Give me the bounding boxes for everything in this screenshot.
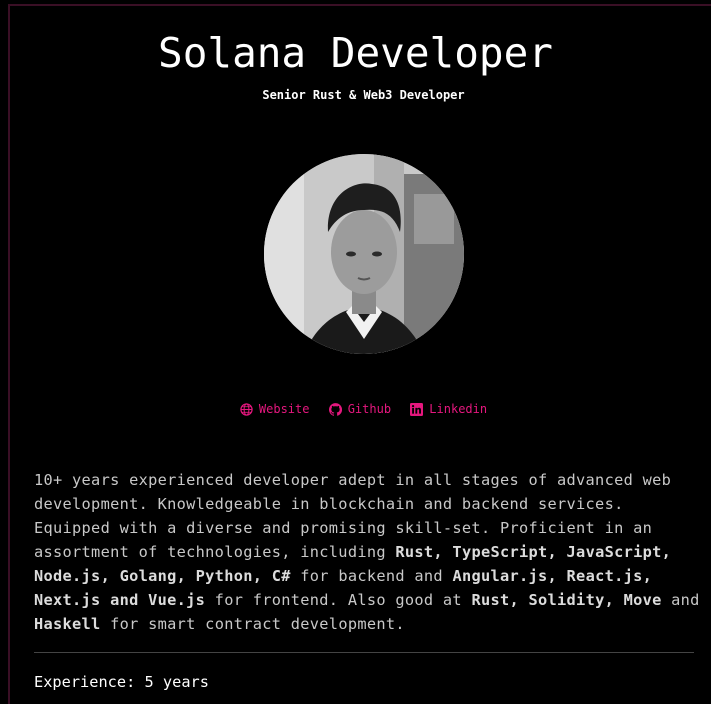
bio-text-4: and: [661, 591, 700, 609]
social-links: Website Github Linkedin: [0, 402, 711, 419]
bio-contract-langs: Rust, Solidity, Move: [471, 591, 662, 609]
linkedin-icon: [410, 402, 424, 416]
globe-icon: [240, 402, 253, 416]
github-icon: [328, 402, 342, 416]
bio-haskell: Haskell: [34, 615, 101, 633]
avatar: [264, 154, 464, 354]
bio-text-5: for smart contract development.: [100, 615, 405, 633]
website-link-label: Website: [258, 402, 310, 416]
bio-paragraph: 10+ years experienced developer adept in…: [34, 468, 702, 636]
page-title: Solana Developer: [158, 29, 553, 77]
profile-photo: [264, 154, 464, 354]
linkedin-link-label: Linkedin: [429, 402, 488, 416]
github-link[interactable]: Github: [328, 402, 392, 416]
page-subtitle: Senior Rust & Web3 Developer: [262, 88, 465, 102]
bio-text-2: for backend and: [290, 567, 453, 585]
section-divider: [34, 652, 694, 653]
bio-text-3: for frontend. Also good at: [205, 591, 472, 609]
github-link-label: Github: [347, 402, 392, 416]
experience-label: Experience: 5 years: [34, 673, 209, 691]
website-link[interactable]: Website: [240, 402, 310, 416]
linkedin-link[interactable]: Linkedin: [410, 402, 487, 416]
